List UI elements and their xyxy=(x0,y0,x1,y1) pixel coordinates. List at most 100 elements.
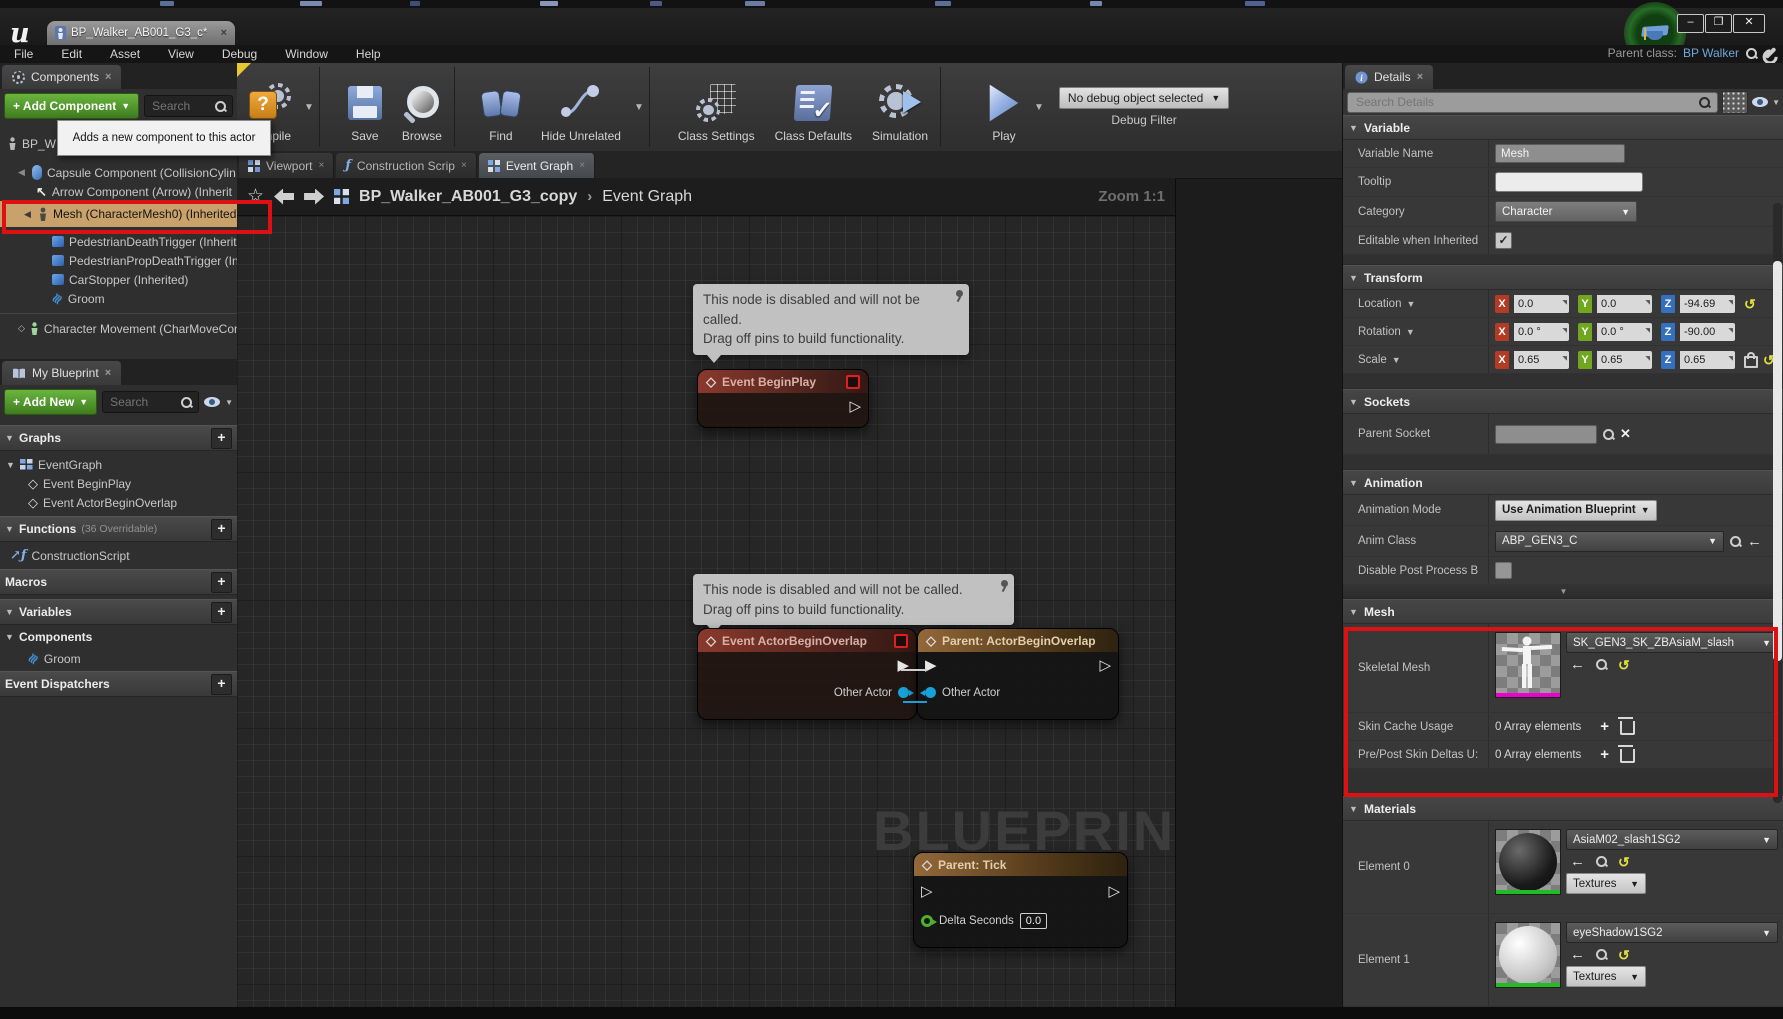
my-blueprint-search[interactable] xyxy=(102,391,199,413)
menu-debug[interactable]: Debug xyxy=(208,47,271,61)
minimize-button[interactable]: – xyxy=(1677,14,1704,33)
advanced-expander[interactable]: ▼ xyxy=(1343,585,1783,599)
menu-file[interactable]: File xyxy=(0,47,47,61)
section-graphs[interactable]: ▼ Graphs + xyxy=(0,425,237,451)
hide-unrelated-button[interactable]: Hide Unrelated xyxy=(531,63,631,151)
my-blueprint-search-input[interactable] xyxy=(108,394,176,410)
collapse-icon[interactable]: ▼ xyxy=(5,632,14,642)
exec-input-pin[interactable]: ▷ xyxy=(921,884,933,899)
material-thumbnail[interactable] xyxy=(1495,829,1561,895)
hide-unrelated-options-caret[interactable]: ▼ xyxy=(631,102,647,113)
menu-view[interactable]: View xyxy=(154,47,208,61)
search-socket-icon[interactable] xyxy=(1602,428,1615,441)
exec-output-pin[interactable]: ▷ xyxy=(1108,884,1120,899)
tree-item-pedestrian-death-trigger[interactable]: PedestrianDeathTrigger (Inherite xyxy=(0,232,237,251)
maximize-button[interactable]: ❐ xyxy=(1705,14,1732,33)
section-variable[interactable]: ▼Variable xyxy=(1343,115,1783,140)
chevron-down-icon[interactable]: ▼ xyxy=(1392,355,1401,365)
visibility-eye-icon[interactable] xyxy=(1752,97,1768,107)
components-search-input[interactable] xyxy=(150,98,210,114)
parent-socket-field[interactable] xyxy=(1495,425,1597,444)
play-button[interactable]: Play xyxy=(977,63,1031,151)
tooltip-input[interactable] xyxy=(1495,172,1643,192)
reset-icon[interactable]: ↺ xyxy=(1618,948,1630,962)
material-element0-dropdown[interactable]: AsiaM02_slash1SG2▼ xyxy=(1566,829,1778,850)
back-arrow-icon[interactable] xyxy=(274,189,294,205)
scale-y-field[interactable]: 0.65 xyxy=(1597,351,1652,369)
tab-construction-script[interactable]: ƒ Construction Scrip× xyxy=(336,153,476,178)
section-components[interactable]: ▼ Components xyxy=(0,625,237,649)
use-selected-asset-icon[interactable]: ← xyxy=(1570,854,1585,869)
location-y-field[interactable]: 0.0 xyxy=(1597,295,1652,313)
animation-mode-dropdown[interactable]: Use Animation Blueprint▼ xyxy=(1495,500,1657,521)
compile-options-caret[interactable]: ▼ xyxy=(301,102,317,113)
close-icon[interactable]: × xyxy=(579,160,585,171)
clear-array-icon[interactable] xyxy=(1620,721,1635,735)
use-selected-asset-icon[interactable]: ← xyxy=(1570,947,1585,962)
material-thumbnail[interactable] xyxy=(1495,922,1561,988)
breadcrumb-blueprint-name[interactable]: BP_Walker_AB001_G3_copy xyxy=(359,188,577,206)
rotation-y-field[interactable]: 0.0 ° xyxy=(1597,323,1652,341)
play-options-caret[interactable]: ▼ xyxy=(1031,102,1047,113)
tab-my-blueprint[interactable]: My Blueprint × xyxy=(2,361,121,385)
reset-location-icon[interactable]: ↺ xyxy=(1744,297,1756,311)
expander-icon[interactable]: ◀ xyxy=(18,167,27,178)
scrollbar-thumb[interactable] xyxy=(1773,261,1782,661)
edit-parent-class-icon[interactable] xyxy=(1764,47,1776,59)
delta-seconds-pin[interactable] xyxy=(921,915,933,927)
textures-dropdown[interactable]: Textures▼ xyxy=(1566,873,1646,894)
section-macros[interactable]: Macros + xyxy=(0,569,237,595)
chevron-down-icon[interactable]: ▼ xyxy=(1406,327,1415,337)
node-parent-tick[interactable]: ◇ Parent: Tick ▷▷ Delta Seconds0.0 xyxy=(913,852,1128,948)
tree-item-capsule-component[interactable]: ◀ Capsule Component (CollisionCylin xyxy=(0,163,237,182)
anim-class-dropdown[interactable]: ABP_GEN3_C▼ xyxy=(1495,531,1724,552)
tree-item-pedestrian-prop-death-trigger[interactable]: PedestrianPropDeathTrigger (Inh xyxy=(0,251,237,270)
delta-seconds-value[interactable]: 0.0 xyxy=(1020,913,1047,929)
scale-z-field[interactable]: 0.65 xyxy=(1680,351,1735,369)
components-tab-close-icon[interactable]: × xyxy=(105,71,111,83)
add-event-dispatcher-button[interactable]: + xyxy=(211,674,232,695)
tab-viewport[interactable]: Viewport× xyxy=(239,153,334,178)
add-array-element-icon[interactable]: + xyxy=(1600,747,1609,762)
category-dropdown[interactable]: Character▼ xyxy=(1495,201,1637,222)
collapse-icon[interactable]: ▼ xyxy=(5,524,14,534)
menu-help[interactable]: Help xyxy=(342,47,395,61)
use-selected-asset-icon[interactable]: ← xyxy=(1747,534,1762,549)
details-search[interactable] xyxy=(1347,92,1718,113)
location-z-field[interactable]: -94.69 xyxy=(1680,295,1735,313)
section-materials[interactable]: ▼Materials xyxy=(1343,796,1783,821)
graduation-cap-icon[interactable] xyxy=(1642,24,1668,42)
browse-asset-icon[interactable] xyxy=(1595,855,1608,868)
reset-icon[interactable]: ↺ xyxy=(1618,658,1630,672)
scale-x-field[interactable]: 0.65 xyxy=(1514,351,1569,369)
parent-class-value[interactable]: BP Walker xyxy=(1683,46,1739,60)
collapse-icon[interactable]: ▼ xyxy=(6,460,15,470)
menu-edit[interactable]: Edit xyxy=(47,47,96,61)
collapse-icon[interactable]: ▼ xyxy=(5,433,14,443)
find-parent-class-icon[interactable] xyxy=(1745,47,1758,60)
material-element1-dropdown[interactable]: eyeShadow1SG2▼ xyxy=(1566,922,1778,943)
class-settings-button[interactable]: Class Settings xyxy=(668,63,765,151)
section-mesh[interactable]: ▼Mesh xyxy=(1343,599,1783,624)
browse-anim-class-icon[interactable] xyxy=(1729,535,1742,548)
list-item-event-actorbeginoverlap[interactable]: ◇ Event ActorBeginOverlap xyxy=(0,493,237,512)
list-item-groom-variable[interactable]: ≋ Groom xyxy=(0,649,237,668)
menu-asset[interactable]: Asset xyxy=(96,47,154,61)
node-event-actorbeginoverlap[interactable]: ◇ Event ActorBeginOverlap ▶ Other Actor xyxy=(697,628,917,720)
eye-options-caret[interactable]: ▼ xyxy=(225,398,233,407)
add-array-element-icon[interactable]: + xyxy=(1600,719,1609,734)
other-actor-input-pin[interactable] xyxy=(925,687,936,698)
save-button[interactable]: Save xyxy=(338,63,392,151)
exec-output-pin[interactable]: ▷ xyxy=(1099,658,1111,673)
textures-dropdown[interactable]: Textures▼ xyxy=(1566,966,1646,987)
simulation-button[interactable]: Simulation xyxy=(862,63,938,151)
browse-button[interactable]: Browse xyxy=(392,63,452,151)
details-scrollbar[interactable] xyxy=(1773,203,1782,803)
skeletal-mesh-dropdown[interactable]: SK_GEN3_SK_ZBAsiaM_slash▼ xyxy=(1566,632,1778,653)
tab-close-icon[interactable]: × xyxy=(221,27,227,39)
graph-canvas[interactable]: This node is disabled and will not be ca… xyxy=(237,216,1175,1007)
tree-item-groom[interactable]: ≋ Groom xyxy=(0,289,237,308)
add-macro-button[interactable]: + xyxy=(211,572,232,593)
other-actor-output-pin[interactable] xyxy=(898,687,909,698)
add-function-button[interactable]: + xyxy=(211,519,232,540)
